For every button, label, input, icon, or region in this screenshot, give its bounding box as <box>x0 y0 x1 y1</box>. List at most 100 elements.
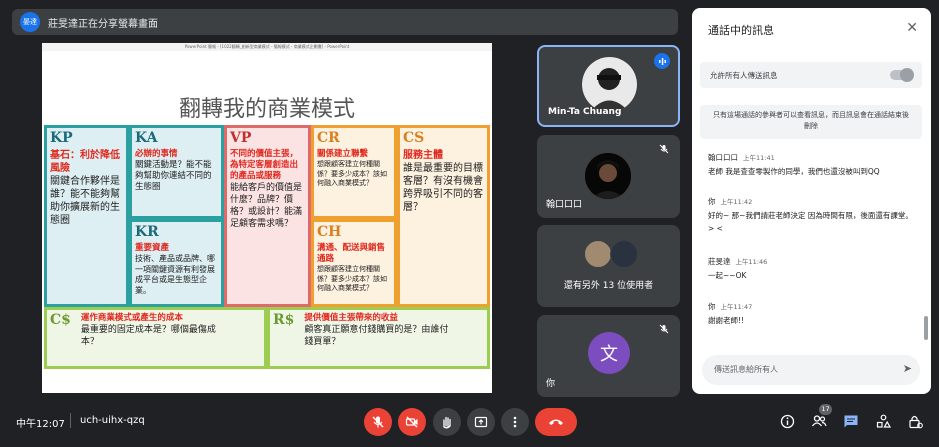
powerpoint-title-bar: PowerPoint 簡報 - [1022翻轉_創新型商業模式 - 簡報模式 -… <box>42 43 492 51</box>
chat-scrollbar[interactable] <box>924 316 928 340</box>
message-sender: 翰口口口 <box>708 153 738 162</box>
cs-body: 誰是最重要的目標客層？有沒有機會跨界吸引不同的客層？ <box>403 163 483 213</box>
participant-name: 你 <box>546 379 556 389</box>
toggle-label: 允許所有人傳送訊息 <box>710 71 778 80</box>
cr-body: 想跟顧客建立何種關係？要多少成本？該如何融入商業模式？ <box>317 160 387 187</box>
kr-code: KR <box>135 224 159 240</box>
participant-tile-speaker[interactable]: Min-Ta Chuang <box>537 45 680 127</box>
chat-input[interactable]: 傳送訊息給所有人 ➤ <box>702 355 920 385</box>
ch-head: 溝通、配送與銷售通路 <box>317 243 386 264</box>
message-sender: 你 <box>708 302 716 311</box>
cost-body: 最重要的固定成本是？哪個最傷成本？ <box>80 325 216 347</box>
raise-hand-button[interactable] <box>433 408 461 436</box>
participant-avatar <box>584 240 612 268</box>
chat-title: 通話中的訊息 <box>708 24 774 37</box>
self-tile[interactable]: 文 你 <box>537 315 680 397</box>
self-avatar: 文 <box>588 332 630 374</box>
kr-head: 重要資產 <box>135 243 170 253</box>
host-controls-icon[interactable] <box>906 412 924 430</box>
participant-name: Min-Ta Chuang <box>548 107 622 117</box>
speaking-indicator-icon <box>654 53 670 69</box>
chat-message: 莊旻達 上午11:46 一起~~OK <box>708 255 918 282</box>
camera-off-icon <box>405 416 418 428</box>
ch-body: 想跟顧客建立何種關係？要多少成本？該如何融入商業模式？ <box>317 265 387 292</box>
more-vert-icon <box>513 416 517 428</box>
presenting-banner: 晏達 莊旻達正在分享螢幕畫面 <box>12 9 678 35</box>
vp-body: 能給客戶的價值是什麼？品牌？價格？或設計？能滿足顧客需求嗎？ <box>230 183 303 229</box>
kr-body: 技術、產品或品牌、哪一項關鍵資源有利發展成平台或是生態型企業。 <box>135 254 215 295</box>
vp-code: VP <box>230 130 252 146</box>
participant-avatar <box>610 240 638 268</box>
slide-title: 翻轉我的商業模式 <box>178 97 355 122</box>
cr-code: CR <box>317 130 340 146</box>
end-call-button[interactable] <box>535 408 577 436</box>
ch-code: CH <box>317 224 342 240</box>
mic-off-icon <box>372 416 384 428</box>
meeting-code: uch-uihx-qzq <box>80 415 145 426</box>
message-body: 老師 我是查查零製作的同學，我們也還沒被叫到QQ <box>708 167 880 176</box>
more-options-button[interactable] <box>501 408 529 436</box>
message-time: 上午11:46 <box>735 258 768 266</box>
chat-message: 你上午11:42 好的~ 那~我們請莊老師決定 因為時間有限，後面還有課堂。 >… <box>708 195 918 235</box>
message-body: 好的~ 那~我們請莊老師決定 因為時間有限，後面還有課堂。 > < <box>708 211 913 233</box>
hang-up-icon <box>549 419 563 425</box>
chat-info-note: 只有這場通話的參與者可以查看訊息，而且訊息會在通話結束後刪除 <box>700 105 922 139</box>
close-icon[interactable]: ✕ <box>906 20 918 36</box>
canvas-vp: VP 不同的價值主張，為特定客層創造出的產品或服務 能給客戶的價值是什麼？品牌？… <box>224 125 311 307</box>
chat-input-placeholder: 傳送訊息給所有人 <box>714 365 778 374</box>
activities-icon[interactable] <box>874 412 892 430</box>
message-sender: 莊旻達 <box>708 257 731 266</box>
chat-icon[interactable] <box>842 412 860 430</box>
canvas-rev: R$ 提供價值主張帶來的收益 顧客真正願意付錢購買的是？由誰付錢買單？ <box>267 307 490 369</box>
message-time: 上午11:41 <box>743 154 775 162</box>
allow-messages-toggle[interactable] <box>890 68 914 82</box>
message-body: 一起~~OK <box>708 271 747 280</box>
participant-tile[interactable]: 翰口口口 <box>537 135 680 218</box>
presenter-avatar: 晏達 <box>20 12 40 32</box>
message-time: 上午11:42 <box>720 198 753 206</box>
chat-message: 翰口口口 上午11:41 老師 我是查查零製作的同學，我們也還沒被叫到QQ <box>708 151 918 178</box>
message-sender: 你 <box>708 197 716 206</box>
message-time: 上午11:47 <box>720 303 753 311</box>
cr-head: 關係建立聯繫 <box>317 149 369 159</box>
speaker-avatar <box>582 57 637 112</box>
camera-toggle-button[interactable] <box>398 408 426 436</box>
others-count-label: 還有另外 13 位使用者 <box>563 281 654 291</box>
cs-head: 服務主體 <box>403 150 443 161</box>
participants-count-badge: 17 <box>819 404 832 415</box>
shared-screen: PowerPoint 簡報 - [1022翻轉_創新型商業模式 - 簡報模式 -… <box>42 43 492 393</box>
presenting-text: 莊旻達正在分享螢幕畫面 <box>48 18 158 30</box>
rev-body: 顧客真正願意付錢購買的是？由誰付錢買單？ <box>304 325 449 347</box>
message-body: 謝謝老師!! <box>708 316 745 325</box>
divider <box>70 413 71 428</box>
canvas-ka: KA 必辦的事情 關鍵活動是？能不能夠幫助你連結不同的生態圈 <box>129 125 224 219</box>
cost-code: C$ <box>50 312 71 328</box>
chat-message: 你上午11:47 謝謝老師!! <box>708 300 918 327</box>
others-tile[interactable]: 還有另外 13 位使用者 <box>537 225 680 307</box>
rev-code: R$ <box>273 312 295 328</box>
ka-body: 關鍵活動是？能不能夠幫助你連結不同的生態圈 <box>135 160 212 192</box>
canvas-kp: KP 基石：利於降低風險 關鍵合作夥伴是誰？能不能夠幫助你擴展新的生態圈 <box>44 125 129 307</box>
toggle-knob <box>900 68 914 82</box>
present-screen-button[interactable] <box>467 408 495 436</box>
canvas-cr: CR 關係建立聯繫 想跟顧客建立何種關係？要多少成本？該如何融入商業模式？ <box>311 125 397 219</box>
mic-toggle-button[interactable] <box>364 408 392 436</box>
kp-body: 關鍵合作夥伴是誰？能不能夠幫助你擴展新的生態圈 <box>50 176 120 226</box>
vp-head: 不同的價值主張，為特定客層創造出的產品或服務 <box>230 149 299 181</box>
cs-code: CS <box>403 130 425 146</box>
info-icon[interactable] <box>778 412 796 430</box>
rev-head: 提供價值主張帶來的收益 <box>304 313 398 323</box>
participant-avatar <box>585 153 631 199</box>
ka-code: KA <box>135 130 158 146</box>
chat-panel: 通話中的訊息 ✕ 允許所有人傳送訊息 只有這場通話的參與者可以查看訊息，而且訊息… <box>692 8 931 394</box>
send-icon[interactable]: ➤ <box>903 362 912 375</box>
participant-name: 翰口口口 <box>546 200 583 210</box>
business-model-canvas: KP 基石：利於降低風險 關鍵合作夥伴是誰？能不能夠幫助你擴展新的生態圈 KA … <box>44 125 490 388</box>
clock: 中午12:07 <box>16 419 65 430</box>
mic-off-icon <box>656 321 672 337</box>
allow-messages-toggle-row: 允許所有人傳送訊息 <box>700 62 922 88</box>
ka-head: 必辦的事情 <box>135 149 178 159</box>
hand-icon <box>443 416 451 429</box>
kp-head: 基石：利於降低風險 <box>50 150 120 174</box>
canvas-cost: C$ 運作商業模式或產生的成本 最重要的固定成本是？哪個最傷成本？ <box>44 307 267 369</box>
